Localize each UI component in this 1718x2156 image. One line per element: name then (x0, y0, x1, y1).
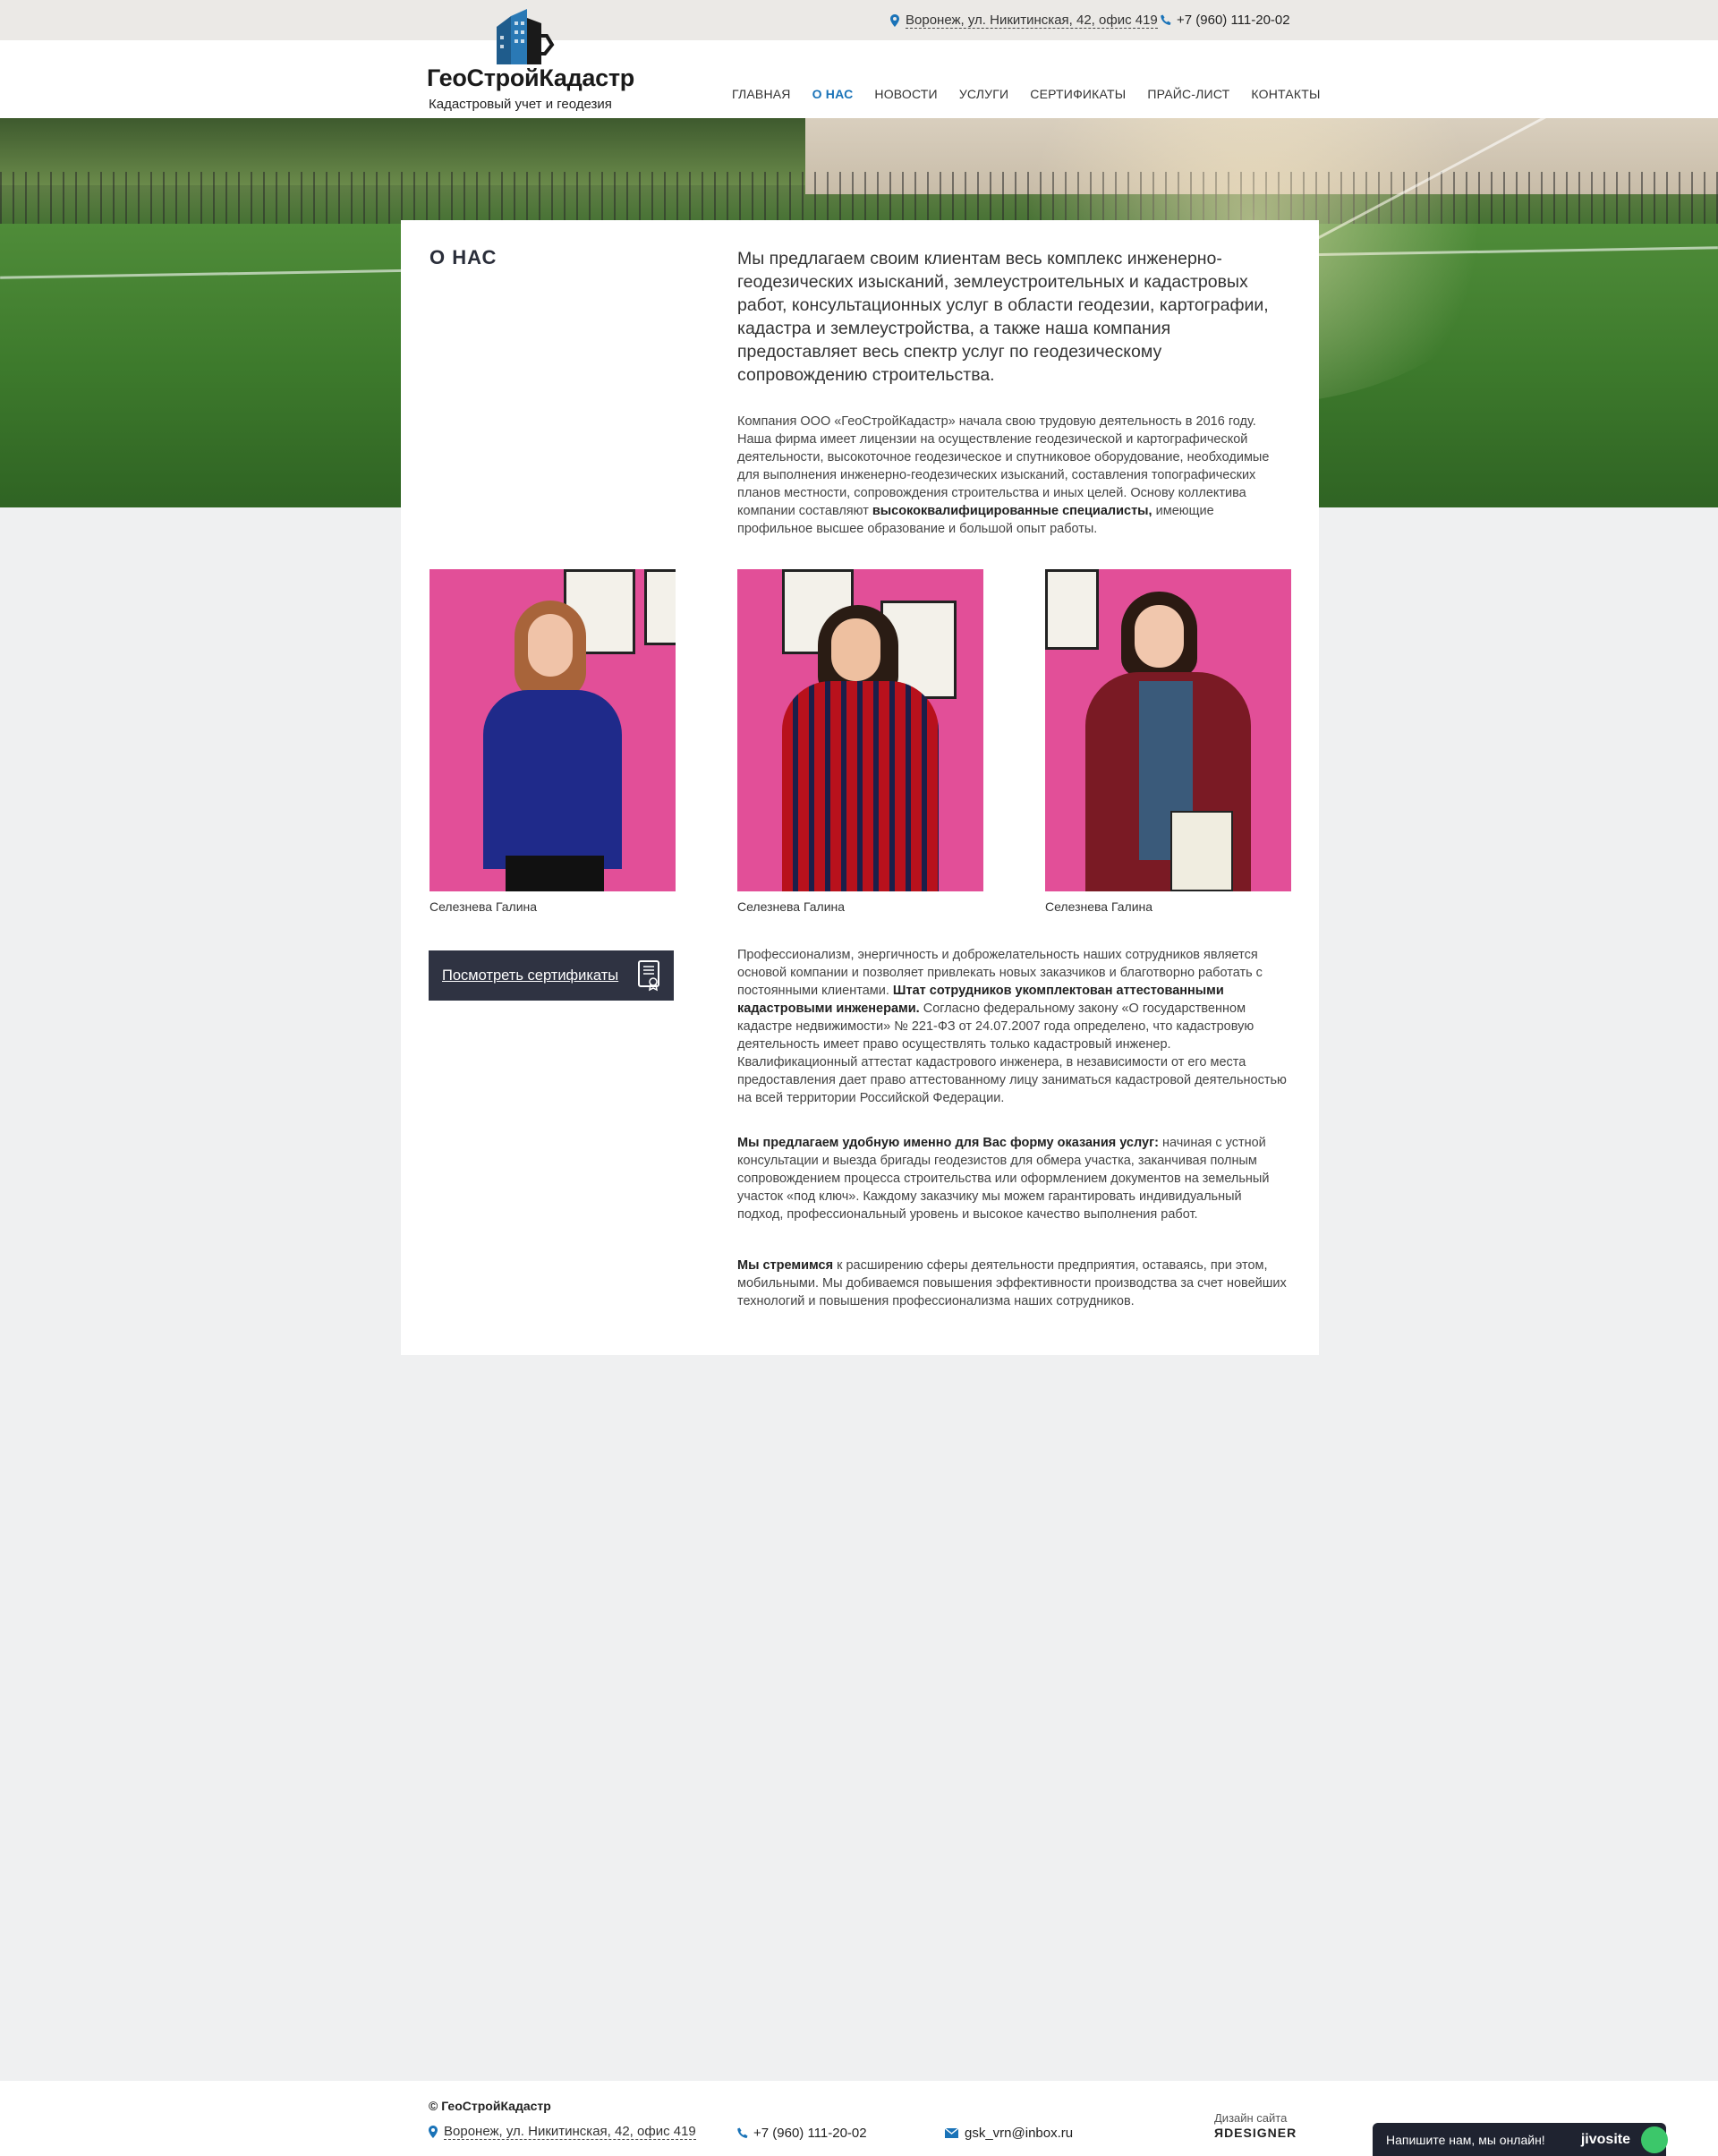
staff-card: Селезнева Галина (737, 569, 983, 914)
designer-label: Дизайн сайта (1214, 2111, 1288, 2125)
staff-name: Селезнева Галина (1045, 899, 1153, 914)
building-logo-icon (497, 9, 555, 64)
footer-address-text[interactable]: Воронеж, ул. Никитинская, 42, офис 419 (444, 2124, 696, 2140)
about-paragraph-1: Профессионализм, энергичность и доброжел… (737, 948, 1287, 1105)
site-logo[interactable]: ГеоСтройКадастр Кадастровый учет и геоде… (427, 9, 634, 112)
header-phone-text[interactable]: +7 (960) 111-20-02 (1177, 13, 1290, 28)
nav-item-certificates[interactable]: СЕРТИФИКАТЫ (1030, 87, 1126, 101)
nav-item-home[interactable]: ГЛАВНАЯ (732, 87, 791, 101)
location-pin-icon (429, 2126, 438, 2138)
certificate-icon (638, 960, 659, 992)
footer-address[interactable]: Воронеж, ул. Никитинская, 42, офис 419 (429, 2124, 696, 2140)
about-paragraph-3: Мы стремимся к расширению сферы деятельн… (737, 1258, 1287, 1308)
phone-icon (737, 2127, 748, 2138)
nav-item-about[interactable]: О НАС (812, 87, 854, 101)
about-paragraph-2: Мы предлагаем удобную именно для Вас фор… (737, 1136, 1270, 1222)
chat-widget-label[interactable]: Напишите нам, мы онлайн! (1386, 2133, 1581, 2147)
designer-brand[interactable]: ЯDESIGNER (1214, 2126, 1297, 2140)
staff-photo[interactable] (737, 569, 983, 891)
view-certificates-button[interactable]: Посмотреть сертификаты (429, 950, 674, 1001)
main-nav: ГЛАВНАЯ О НАС НОВОСТИ УСЛУГИ СЕРТИФИКАТЫ… (732, 87, 1342, 101)
site-header (0, 40, 1718, 118)
logo-name: ГеоСтройКадастр (427, 64, 634, 91)
header-phone[interactable]: +7 (960) 111-20-02 (1161, 13, 1290, 28)
nav-item-pricelist[interactable]: ПРАЙС-ЛИСТ (1147, 87, 1229, 101)
staff-card: Селезнева Галина (430, 569, 676, 914)
staff-card: Селезнева Галина (1045, 569, 1291, 914)
staff-photo[interactable] (430, 569, 676, 891)
header-address[interactable]: Воронеж, ул. Никитинская, 42, офис 419 (890, 13, 1158, 29)
footer-copyright: © ГеоСтройКадастр (429, 2099, 551, 2113)
footer-phone[interactable]: +7 (960) 111-20-02 (737, 2126, 867, 2141)
phone-icon (1161, 14, 1171, 25)
nav-item-news[interactable]: НОВОСТИ (874, 87, 937, 101)
footer-phone-text[interactable]: +7 (960) 111-20-02 (753, 2126, 867, 2141)
view-certificates-label: Посмотреть сертификаты (442, 967, 619, 984)
chat-widget[interactable]: Напишите нам, мы онлайн! jivosite (1373, 2123, 1668, 2156)
staff-name: Селезнева Галина (430, 899, 538, 914)
page-title: О НАС (430, 246, 498, 268)
designer-credit[interactable]: Дизайн сайта ЯDESIGNER (1214, 2111, 1297, 2140)
mail-icon (945, 2128, 958, 2138)
staff-name: Селезнева Галина (737, 899, 846, 914)
lead-paragraph: Мы предлагаем своим клиентам весь компле… (737, 249, 1269, 385)
footer-email-text[interactable]: gsk_vrn@inbox.ru (965, 2126, 1073, 2141)
intro-paragraph: Компания ООО «ГеоСтройКадастр» начала св… (737, 414, 1270, 536)
footer-email[interactable]: gsk_vrn@inbox.ru (945, 2126, 1073, 2141)
nav-item-services[interactable]: УСЛУГИ (959, 87, 1008, 101)
nav-item-contacts[interactable]: КОНТАКТЫ (1251, 87, 1320, 101)
chat-widget-brand: jivosite (1580, 2131, 1630, 2147)
top-bar: Воронеж, ул. Никитинская, 42, офис 419 +… (0, 0, 1718, 40)
logo-tagline: Кадастровый учет и геодезия (429, 97, 612, 112)
staff-photo[interactable] (1045, 569, 1291, 891)
header-address-text[interactable]: Воронеж, ул. Никитинская, 42, офис 419 (906, 13, 1158, 29)
chat-online-indicator-icon (1641, 2126, 1668, 2153)
location-pin-icon (890, 14, 899, 27)
